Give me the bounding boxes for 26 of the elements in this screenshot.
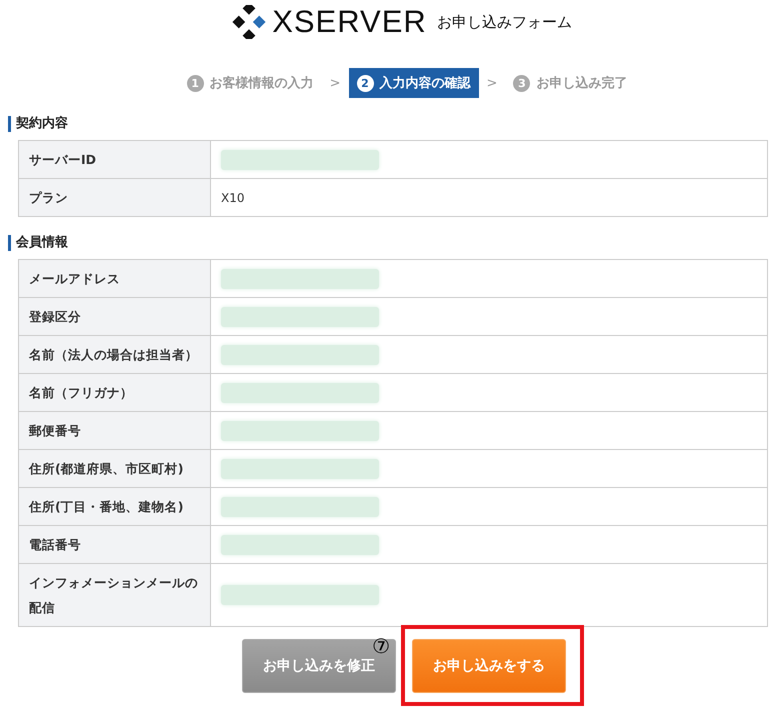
row-label: 郵便番号 (19, 412, 211, 449)
row-label: 住所(都道府県、市区町村) (19, 450, 211, 487)
row-value: X10 (221, 190, 244, 204)
diamond-logo-icon (232, 5, 266, 39)
form-title: お申し込みフォーム (436, 12, 572, 32)
row-label: インフォメーションメールの配信 (19, 564, 211, 626)
brand-name: XSERVER (272, 4, 427, 40)
step-label: 入力内容の確認 (380, 74, 470, 92)
section-heading: 契約内容 (8, 116, 780, 132)
step-number-badge: 3 (513, 74, 530, 92)
submit-button[interactable]: お申し込みをする (412, 639, 566, 693)
row-label: 登録区分 (19, 298, 211, 335)
row-label: 住所(丁目・番地、建物名) (19, 488, 211, 525)
row-label: 電話番号 (19, 526, 211, 563)
section-heading: 会員情報 (8, 235, 780, 251)
row-label: サーバーID (19, 141, 211, 178)
step-label: お申し込み完了 (536, 74, 628, 92)
row-label: メールアドレス (19, 260, 211, 297)
step-separator: > (330, 76, 340, 90)
row-label: 名前（フリガナ） (19, 374, 211, 411)
step-number-badge: 1 (186, 74, 204, 92)
step-separator: > (486, 76, 498, 90)
row-label: プラン (19, 179, 211, 216)
row-label: 名前（法人の場合は担当者） (19, 336, 211, 373)
step-number-badge: 2 (356, 74, 374, 92)
step-label: お客様情報の入力 (210, 74, 314, 92)
